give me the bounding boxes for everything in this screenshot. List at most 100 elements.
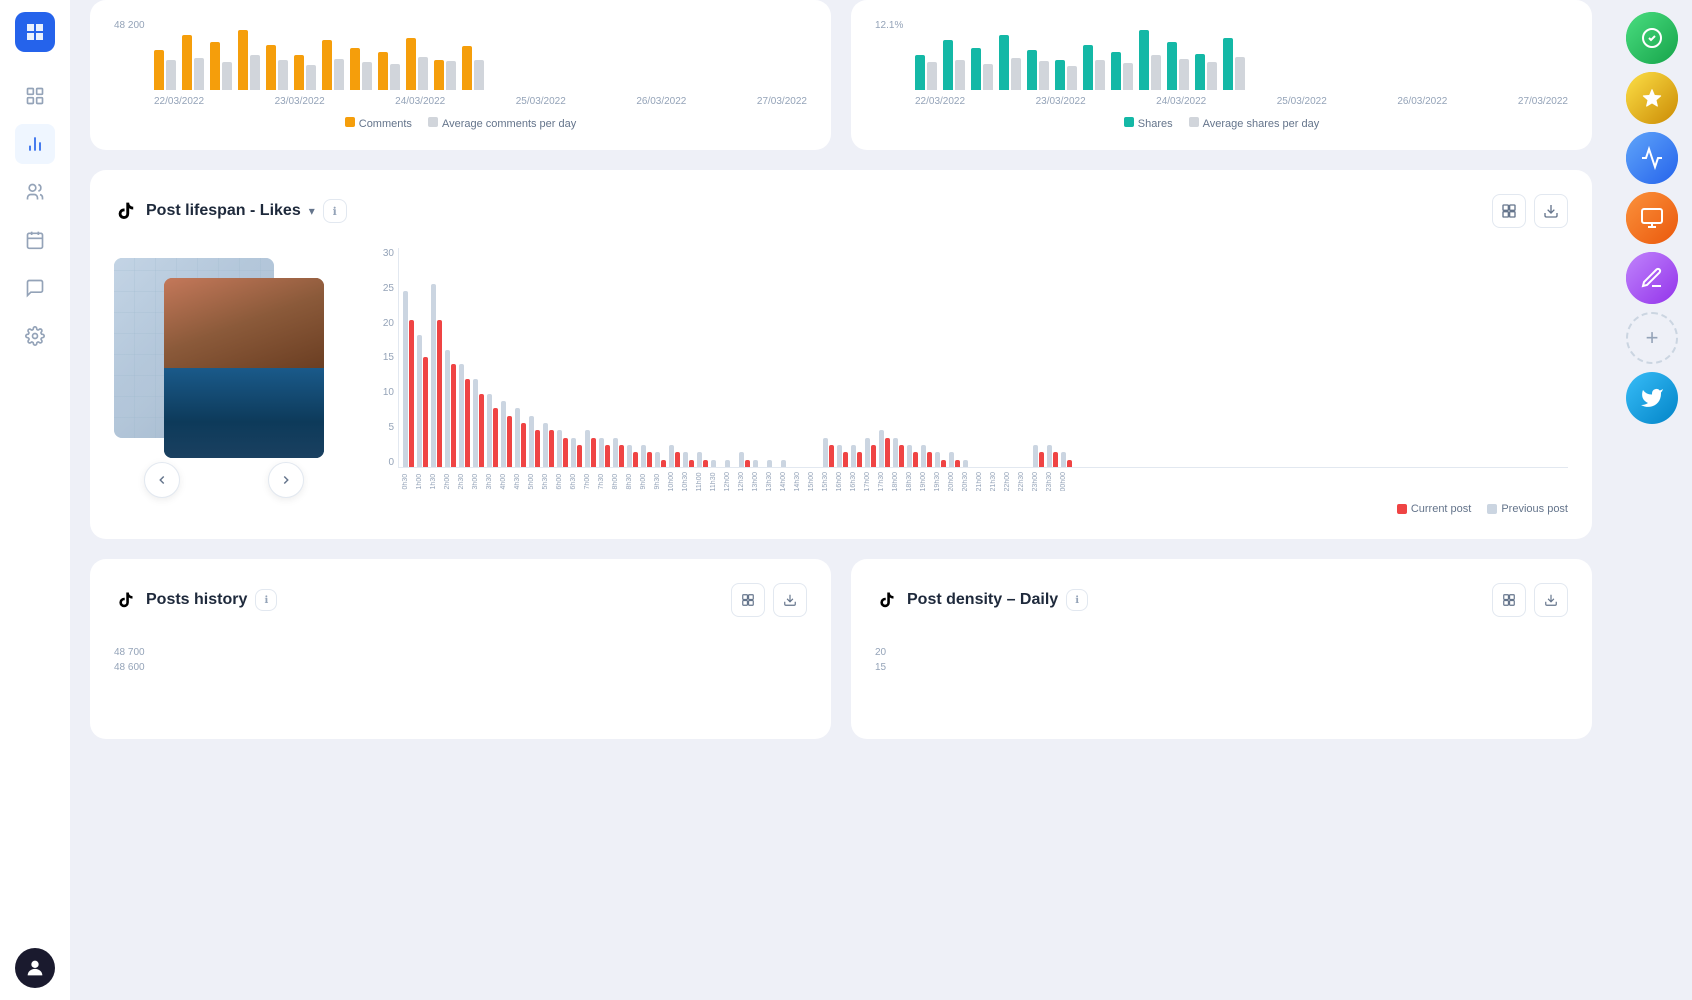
sidebar-item-schedule[interactable] [15,220,55,260]
sidebar-item-analytics[interactable] [15,124,55,164]
post-density-info-btn[interactable]: ℹ [1066,589,1088,611]
post-lifespan-info-btn[interactable]: ℹ [323,199,347,223]
x-label-1: 1h00 [416,472,427,491]
bar-prev-12 [571,438,576,467]
posts-history-download-btn[interactable] [773,583,807,617]
right-bubble-green[interactable] [1626,12,1678,64]
prev-post-legend-icon [1487,504,1497,514]
post-density-actions [1492,583,1568,617]
bar-current-45 [1039,452,1044,467]
bar-prev-21 [697,452,702,467]
post-density-layout-btn[interactable] [1492,583,1526,617]
bar-prev-45 [1033,445,1038,467]
bar-current-10 [549,430,554,467]
bar-pair-2 [431,248,442,467]
x-label-36: 18h30 [906,472,917,491]
sidebar-logo[interactable] [15,12,55,52]
y-label-15: 15 [358,352,394,363]
x-label-25: 13h00 [752,472,763,491]
bar-prev-18 [655,452,660,467]
bar-prev-17 [641,445,646,467]
sidebar-item-dashboard[interactable] [15,76,55,116]
x-label-43: 22h00 [1004,472,1015,491]
post-nav-next-btn[interactable] [268,462,304,498]
bar-current-0 [409,320,414,467]
bar-pair-11 [557,248,568,467]
right-bubble-orange[interactable] [1626,192,1678,244]
right-panel: + [1612,0,1692,1000]
post-density-card: Post density – Daily ℹ [851,559,1592,739]
post-lifespan-layout-btn[interactable] [1492,194,1526,228]
bar-pair-37 [921,248,932,467]
bar-prev-11 [557,430,562,467]
bar-pair-45 [1033,248,1044,467]
bar-current-5 [479,394,484,467]
posts-history-tiktok-icon [114,588,138,612]
bar-current-12 [577,445,582,467]
bar-current-47 [1067,460,1072,467]
post-lifespan-actions [1492,194,1568,228]
post-nav-prev-btn[interactable] [144,462,180,498]
bar-prev-40 [963,460,968,467]
y-label-25: 25 [358,283,394,294]
bar-current-14 [605,445,610,467]
sidebar-avatar[interactable] [15,948,55,988]
y-label-20: 20 [358,318,394,329]
x-label-24: 12h30 [738,472,749,491]
x-label-15: 8h00 [612,472,623,491]
post-lifespan-download-btn[interactable] [1534,194,1568,228]
right-bubble-twitter[interactable] [1626,372,1678,424]
cards-area: 48 200 [90,0,1592,739]
bar-prev-15 [613,438,618,467]
bar-current-46 [1053,452,1058,467]
shares-y-label: 12.1% [875,20,903,31]
sidebar-item-messages[interactable] [15,268,55,308]
x-label-27: 14h00 [780,472,791,491]
x-label-20: 10h30 [682,472,693,491]
bar-prev-33 [865,438,870,467]
posts-history-card: Posts history ℹ [90,559,831,739]
right-bubble-purple[interactable] [1626,252,1678,304]
bar-pair-15 [613,248,624,467]
shares-x-labels: 22/03/2022 23/03/2022 24/03/2022 25/03/2… [915,96,1568,107]
bar-pair-18 [655,248,666,467]
bar-current-15 [619,445,624,467]
x-label-18: 9h30 [654,472,665,491]
x-label-13: 7h00 [584,472,595,491]
bar-prev-14 [599,438,604,467]
x-label-38: 19h30 [934,472,945,491]
bar-pair-41 [977,248,988,467]
posts-history-info-btn[interactable]: ℹ [255,589,277,611]
post-density-y-top: 20 [875,647,1568,658]
right-bubble-add[interactable]: + [1626,312,1678,364]
bar-pair-46 [1047,248,1058,467]
x-label-3: 2h00 [444,472,455,491]
x-label-29: 15h00 [808,472,819,491]
right-bubble-blue[interactable] [1626,132,1678,184]
bar-current-2 [437,320,442,467]
sidebar-item-audience[interactable] [15,172,55,212]
bar-prev-8 [515,408,520,467]
post-density-y-bottom: 15 [875,662,1568,673]
sidebar [0,0,70,1000]
post-density-download-btn[interactable] [1534,583,1568,617]
bar-current-35 [899,445,904,467]
right-bubble-yellow[interactable] [1626,72,1678,124]
bar-pair-0 [403,248,414,467]
sidebar-item-settings[interactable] [15,316,55,356]
bar-pair-12 [571,248,582,467]
post-lifespan-card: Post lifespan - Likes ▾ ℹ [90,170,1592,539]
bar-pair-42 [991,248,1002,467]
bar-pair-7 [501,248,512,467]
bar-pair-4 [459,248,470,467]
posts-history-layout-btn[interactable] [731,583,765,617]
x-label-37: 19h00 [920,472,931,491]
bar-current-3 [451,364,456,467]
bar-pair-6 [487,248,498,467]
bar-prev-5 [473,379,478,467]
x-label-35: 18h00 [892,472,903,491]
bar-prev-0 [403,291,408,467]
x-label-45: 23h00 [1032,472,1043,491]
bar-prev-6 [487,394,492,467]
dropdown-arrow-icon[interactable]: ▾ [309,204,315,218]
